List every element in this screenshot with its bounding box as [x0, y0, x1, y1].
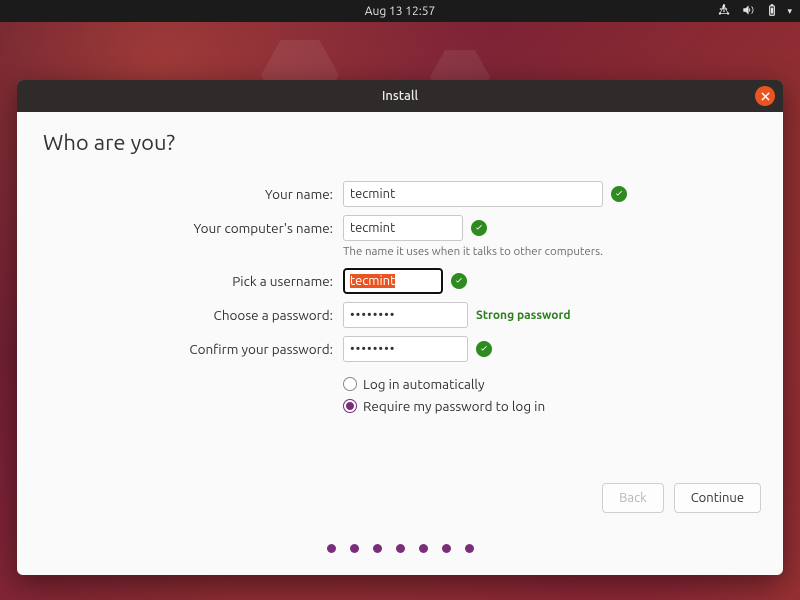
page-heading: Who are you?	[43, 130, 757, 155]
name-label: Your name:	[43, 186, 343, 202]
top-bar: Aug 13 12:57 ▾	[0, 0, 800, 22]
confirm-label: Confirm your password:	[43, 341, 343, 357]
check-icon	[611, 186, 627, 202]
radio-auto-login-label: Log in automatically	[363, 376, 484, 392]
radio-require-password-label: Require my password to log in	[363, 398, 545, 414]
password-input[interactable]	[343, 302, 468, 328]
volume-icon[interactable]	[741, 3, 755, 20]
username-label: Pick a username:	[43, 273, 343, 289]
window-content: Who are you? Your name: Your computer's …	[17, 112, 783, 575]
check-icon	[471, 220, 487, 236]
radio-require-password[interactable]: Require my password to log in	[343, 398, 757, 414]
radio-dot	[343, 377, 357, 391]
window-titlebar: Install	[17, 80, 783, 112]
hostname-input[interactable]	[343, 215, 463, 241]
user-form: Your name: Your computer's name: The nam…	[43, 181, 757, 414]
progress-dots	[17, 544, 783, 553]
installer-window: Install Who are you? Your name: Your com…	[17, 80, 783, 575]
radio-auto-login[interactable]: Log in automatically	[343, 376, 757, 392]
username-input[interactable]	[343, 268, 443, 294]
check-icon	[451, 273, 467, 289]
back-button[interactable]: Back	[602, 483, 664, 513]
password-strength: Strong password	[476, 309, 571, 322]
footer-buttons: Back Continue	[602, 483, 761, 513]
radio-dot	[343, 399, 357, 413]
name-input[interactable]	[343, 181, 603, 207]
battery-icon[interactable]	[765, 3, 779, 20]
hostname-hint: The name it uses when it talks to other …	[343, 245, 757, 258]
confirm-input[interactable]	[343, 336, 468, 362]
check-icon	[476, 341, 492, 357]
hostname-label: Your computer's name:	[43, 220, 343, 236]
network-icon[interactable]	[717, 3, 731, 20]
window-close-button[interactable]	[755, 86, 775, 106]
clock: Aug 13 12:57	[365, 5, 436, 18]
system-tray: ▾	[717, 0, 792, 22]
tray-chevron-icon[interactable]: ▾	[787, 6, 792, 17]
window-title: Install	[382, 89, 418, 103]
continue-button[interactable]: Continue	[674, 483, 761, 513]
password-label: Choose a password:	[43, 307, 343, 323]
